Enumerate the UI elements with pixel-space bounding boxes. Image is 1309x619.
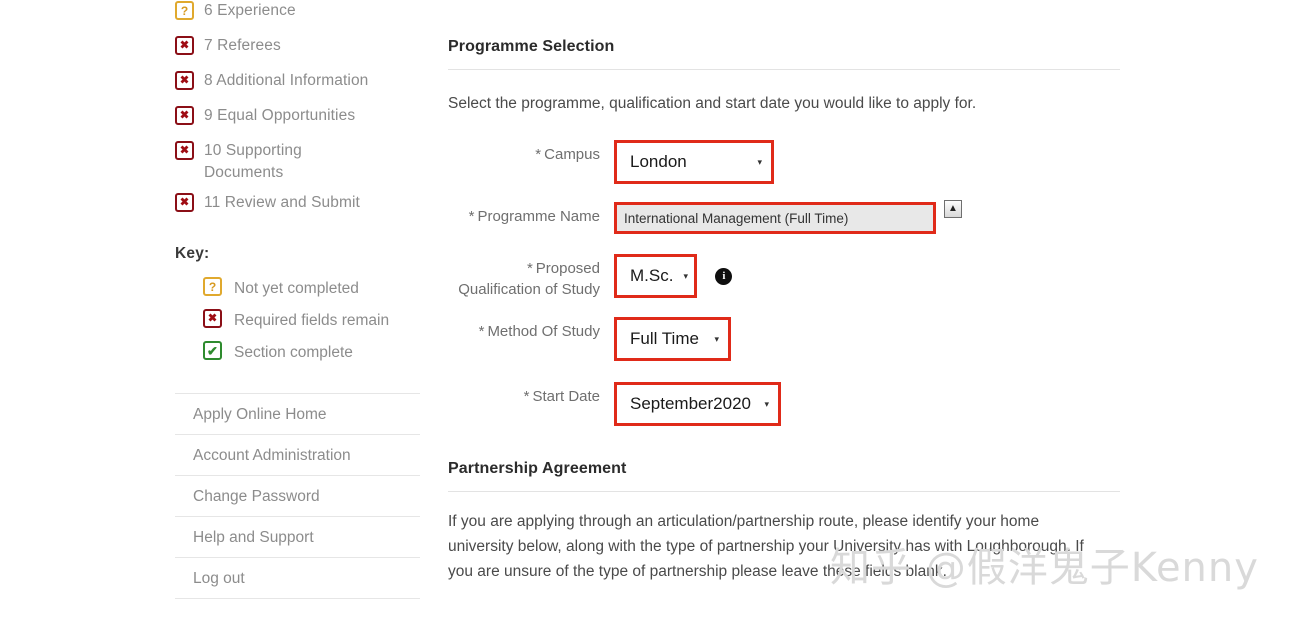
sidebar-item-label: 8 Additional Information xyxy=(204,72,369,89)
key-legend: Key: Not yet completed Required fields r… xyxy=(175,245,420,365)
form-row-start-date: * Start Date September2020 ▾ xyxy=(448,382,1148,426)
sidebar-link-help-and-support[interactable]: Help and Support xyxy=(175,517,420,558)
required-asterisk: * xyxy=(535,146,542,163)
key-item-not-completed: Not yet completed xyxy=(175,277,420,301)
form-row-programme-name: * Programme Name International Management… xyxy=(448,197,1148,234)
method-of-study-value: Full Time xyxy=(630,329,699,348)
sidebar-item-label: 6 Experience xyxy=(204,2,296,19)
required-fields-icon xyxy=(203,309,222,333)
programme-name-listbox[interactable]: International Management (Full Time) xyxy=(614,202,936,234)
programme-selection-title: Programme Selection xyxy=(448,38,615,55)
form-row-method-of-study: * Method Of Study Full Time ▾ xyxy=(448,317,1148,361)
partnership-agreement-section: Partnership Agreement If you are applyin… xyxy=(448,460,1148,584)
proposed-qualification-label-line1: Proposed xyxy=(535,260,600,277)
required-asterisk: * xyxy=(468,208,475,225)
required-asterisk: * xyxy=(526,260,533,277)
sidebar-link-log-out[interactable]: Log out xyxy=(175,558,420,599)
required-fields-icon xyxy=(175,36,194,62)
form-row-proposed-qualification: * Proposed Qualification of Study M.Sc. ▾… xyxy=(448,254,1148,300)
chevron-down-icon: ▾ xyxy=(757,156,762,167)
main-content: Programme Selection Select the programme… xyxy=(448,0,1148,584)
section-divider xyxy=(448,491,1120,492)
form-row-campus: * Campus London ▾ xyxy=(448,140,1148,184)
campus-select[interactable]: London ▾ xyxy=(614,140,774,184)
chevron-up-icon: ▲ xyxy=(948,203,958,214)
required-fields-icon xyxy=(175,193,194,219)
key-item-section-complete: Section complete xyxy=(175,341,420,365)
partnership-agreement-title: Partnership Agreement xyxy=(448,460,627,477)
proposed-qualification-select[interactable]: M.Sc. ▾ xyxy=(614,254,697,298)
sidebar-item-equal-opportunities[interactable]: 9 Equal Opportunities xyxy=(175,105,420,132)
sidebar-item-experience[interactable]: 6 Experience xyxy=(175,0,420,27)
start-date-value: September2020 xyxy=(630,394,751,413)
sidebar-item-label: 10 Supporting Documents xyxy=(204,142,302,181)
sidebar-item-referees[interactable]: 7 Referees xyxy=(175,35,420,62)
start-date-select[interactable]: September2020 ▾ xyxy=(614,382,781,426)
method-of-study-label-text: Method Of Study xyxy=(487,323,600,340)
required-fields-icon xyxy=(175,106,194,132)
campus-value: London xyxy=(630,152,687,171)
key-title: Key: xyxy=(175,245,210,262)
sidebar-item-additional-information[interactable]: 8 Additional Information xyxy=(175,70,420,97)
method-of-study-select[interactable]: Full Time ▾ xyxy=(614,317,731,361)
section-complete-icon xyxy=(203,341,222,365)
sidebar-link-account-administration[interactable]: Account Administration xyxy=(175,435,420,476)
chevron-down-icon: ▾ xyxy=(714,333,719,344)
sidebar-link-change-password[interactable]: Change Password xyxy=(175,476,420,517)
sidebar-item-label: 11 Review and Submit xyxy=(204,194,360,211)
sidebar: 6 Experience 7 Referees 8 Additional Inf… xyxy=(175,0,420,619)
required-asterisk: * xyxy=(478,323,485,340)
programme-name-selected-option[interactable]: International Management (Full Time) xyxy=(617,205,933,231)
sidebar-item-label: 9 Equal Opportunities xyxy=(204,107,356,124)
method-of-study-label: * Method Of Study xyxy=(448,317,600,342)
required-fields-icon xyxy=(175,71,194,97)
campus-label-text: Campus xyxy=(544,146,600,163)
not-completed-icon xyxy=(175,1,194,27)
key-item-label: Not yet completed xyxy=(234,280,359,297)
programme-name-label-text: Programme Name xyxy=(477,208,600,225)
partnership-agreement-description: If you are applying through an articulat… xyxy=(448,513,1084,580)
page-root: 6 Experience 7 Referees 8 Additional Inf… xyxy=(0,0,1309,619)
key-item-required-fields: Required fields remain xyxy=(175,309,420,333)
chevron-down-icon: ▾ xyxy=(764,398,769,409)
proposed-qualification-label: * Proposed Qualification of Study xyxy=(448,254,600,300)
not-completed-icon xyxy=(203,277,222,301)
programme-name-label: * Programme Name xyxy=(448,197,600,227)
start-date-label: * Start Date xyxy=(448,382,600,407)
key-item-label: Section complete xyxy=(234,344,353,361)
sidebar-item-supporting-documents[interactable]: 10 Supporting Documents xyxy=(175,140,420,184)
chevron-down-icon: ▾ xyxy=(683,270,688,281)
info-icon[interactable]: i xyxy=(715,268,733,286)
required-asterisk: * xyxy=(523,388,530,405)
sidebar-item-label: 7 Referees xyxy=(204,37,281,54)
section-divider xyxy=(448,69,1120,70)
proposed-qualification-label-line2: Qualification of Study xyxy=(458,281,600,298)
progress-nav-list: 6 Experience 7 Referees 8 Additional Inf… xyxy=(175,0,420,219)
sidebar-item-review-and-submit[interactable]: 11 Review and Submit xyxy=(175,192,420,219)
proposed-qualification-value: M.Sc. xyxy=(630,266,674,285)
listbox-scroll-up-button[interactable]: ▲ xyxy=(944,200,962,218)
programme-selection-description: Select the programme, qualification and … xyxy=(448,95,977,112)
sidebar-link-apply-online-home[interactable]: Apply Online Home xyxy=(175,394,420,435)
key-item-label: Required fields remain xyxy=(234,312,390,329)
start-date-label-text: Start Date xyxy=(532,388,600,405)
required-fields-icon xyxy=(175,141,194,167)
sidebar-nav-links: Apply Online Home Account Administration… xyxy=(175,393,420,599)
campus-label: * Campus xyxy=(448,140,600,165)
